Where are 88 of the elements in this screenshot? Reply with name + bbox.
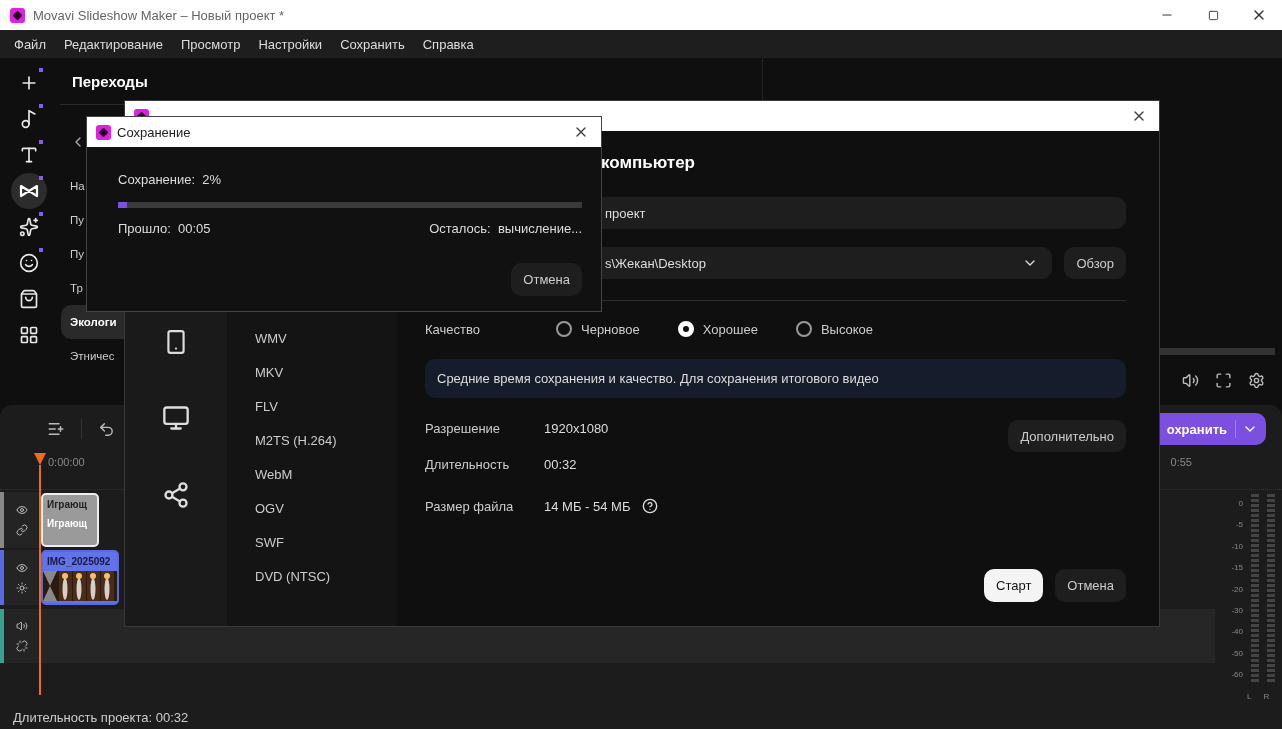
share-icon[interactable] [162,481,190,509]
video-clip[interactable]: IMG_2025092 [41,550,119,605]
radio-label: Черновое [581,321,640,337]
tool-button[interactable] [11,173,47,209]
clip-label: Играющ [46,517,88,531]
new-badge-icon [39,212,43,216]
panel-title: Переходы [72,73,148,91]
format-item[interactable]: SWF [255,525,397,559]
property-label: Размер файла [425,498,515,514]
time-label: 0:00:00 [48,456,85,468]
volume-icon[interactable] [1182,371,1199,389]
format-item[interactable]: DVD (NTSC) [255,559,397,593]
radio-label: Высокое [820,321,874,337]
smiley-icon [19,253,39,273]
speaker-icon[interactable] [16,620,28,632]
help-icon[interactable] [642,498,659,514]
radio-button[interactable] [795,321,812,337]
new-badge-icon [39,248,43,252]
grid-icon [19,325,39,345]
meter-scale-label: -30 [1231,605,1243,615]
radio-button[interactable] [556,321,572,337]
format-item[interactable]: FLV [255,389,397,423]
property-label: Разрешение [425,420,502,436]
cancel-button[interactable]: Отмена [1055,569,1126,602]
bag-icon [19,289,39,309]
meter-scale-label: -5 [1235,520,1243,530]
add-track-icon[interactable] [47,420,65,438]
menu-item[interactable]: Сохранить [332,36,413,52]
format-item[interactable]: WebM [255,457,397,491]
meter-scale-label: 0 [1238,499,1243,508]
progress-status: Сохранение: 2% [118,171,223,189]
format-item[interactable]: WMV [255,321,397,355]
title-clip[interactable]: Играющ Играющ [41,493,99,547]
property-value: 1920x1080 [544,420,609,436]
app-logo-icon [10,7,25,23]
channel-label: L [1247,692,1252,701]
new-badge-icon [39,68,43,72]
clip-label: Играющ [46,498,88,512]
sparkles-icon [19,217,39,237]
quality-label: Качество [425,321,481,337]
status-text: Длительность проекта: 00:32 [13,709,189,725]
app-logo-icon [96,124,111,140]
advanced-button[interactable]: Дополнительно [1008,420,1126,452]
menu-item[interactable]: Просмотр [173,36,249,52]
eye-icon[interactable] [16,561,28,574]
settings-icon[interactable] [1248,371,1265,389]
menu-item[interactable]: Файл [6,36,54,52]
channel-label: R [1263,692,1270,701]
cancel-button[interactable]: Отмена [511,263,582,296]
menu-item[interactable]: Настройки [250,36,331,52]
meter-scale-label: -20 [1231,584,1243,594]
eye-icon[interactable] [16,504,28,516]
new-badge-icon [39,140,43,144]
unlink-icon[interactable] [16,640,28,652]
start-button[interactable]: Старт [984,569,1044,602]
text-icon [19,145,39,165]
meter-scale-label: -15 [1231,563,1243,573]
menu-item[interactable]: Справка [414,36,482,52]
effect-icon[interactable] [16,581,28,594]
dialog-heading: компьютер [600,153,696,174]
undo-icon[interactable] [98,420,115,438]
format-item[interactable]: OGV [255,491,397,525]
info-banner: Средние время сохранения и качество. Для сохранения итогового видео [425,359,1126,398]
menu-item[interactable]: Редактирование [55,36,171,52]
meter-scale-label: -40 [1231,627,1243,637]
format-item[interactable]: MKV [255,355,397,389]
maximize-icon[interactable] [1207,9,1219,21]
meter-scale-label: -10 [1231,541,1243,551]
property-value: 14 МБ - 54 МБ [544,498,631,514]
dialog-title: Сохранение [117,124,191,140]
property-label: Длительность [425,456,511,472]
radio-label: Хорошее [702,321,758,337]
format-item[interactable]: M2TS (H.264) [255,423,397,457]
new-badge-icon [39,176,43,180]
property-value: 00:32 [544,456,577,472]
window-title: Movavi Slideshow Maker – Новый проект * [33,7,286,23]
clip-label: IMG_2025092 [46,555,112,569]
bowtie-icon [19,184,39,198]
elapsed-text: Прошло: 00:05 [118,220,211,238]
monitor-icon[interactable] [162,404,190,432]
fullscreen-icon[interactable] [1215,371,1232,389]
new-badge-icon [39,104,43,108]
link-icon[interactable] [16,524,28,536]
browse-button[interactable]: Обзор [1064,247,1126,279]
meter-scale-label: -60 [1231,670,1243,679]
playhead-marker[interactable] [34,453,46,465]
meter-scale-label: -50 [1231,648,1243,658]
time-label: 0:55 [1170,456,1192,468]
